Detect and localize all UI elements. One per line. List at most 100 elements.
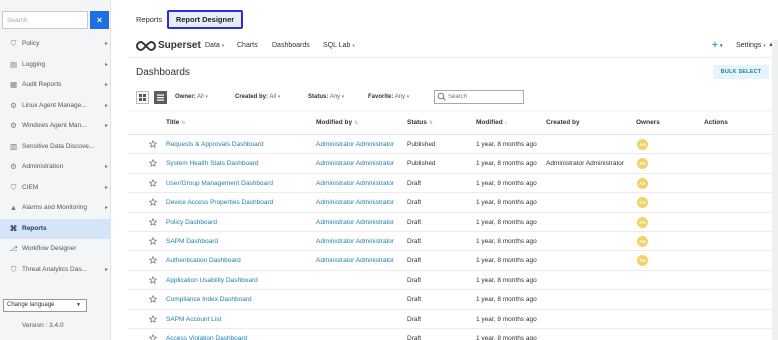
- table-row: Device Access Properties Dashboard Admini…: [128, 193, 778, 213]
- dashboards-table: Title ⇅ Modified by ⇅ Status ⇅ Modified ↓ Cr…: [128, 112, 778, 340]
- menu-sql-lab[interactable]: SQL Lab ▾: [323, 42, 355, 49]
- dashboard-title-link[interactable]: SAPM Account List: [166, 316, 221, 323]
- column-modified-by[interactable]: Modified by ⇅: [316, 119, 358, 126]
- version-label: Version : 3.4.0: [22, 322, 64, 329]
- column-modified[interactable]: Modified ↓: [476, 119, 507, 126]
- change-language-label: Change language: [7, 302, 55, 308]
- sidebar-item[interactable]: ▦ Audit Reports ▸: [0, 75, 111, 96]
- column-status[interactable]: Status ⇅: [407, 119, 433, 126]
- status-filter-label: Status:: [308, 94, 329, 100]
- avatar[interactable]: AA: [637, 235, 648, 247]
- modified-by-link[interactable]: Administrator Administrator: [316, 180, 394, 187]
- sidebar-item[interactable]: ⚙ Linux Agent Manage... ▸: [0, 96, 111, 117]
- table-body: Requests & Approvals Dashboard Administra…: [128, 135, 778, 340]
- chevron-down-icon: ▾: [406, 94, 410, 100]
- list-icon: [157, 94, 164, 101]
- dashboard-title-link[interactable]: Compliance Index Dashboard: [166, 296, 252, 303]
- status-cell: Draft: [407, 257, 422, 265]
- avatar[interactable]: AA: [637, 177, 648, 189]
- chevron-down-icon: ▾: [221, 43, 225, 49]
- sidebar-item[interactable]: ▲ Alarms and Monitoring ▸: [0, 198, 111, 219]
- star-icon[interactable]: [149, 333, 157, 340]
- menu-charts[interactable]: Charts: [237, 42, 258, 49]
- sidebar-item[interactable]: ⚙ Administration ▸: [0, 157, 111, 178]
- sidebar-item[interactable]: ⛉ CIEM ▸: [0, 178, 111, 199]
- modified-by-link[interactable]: Administrator Administrator: [316, 238, 394, 245]
- star-icon[interactable]: [149, 198, 157, 207]
- modified-by-link[interactable]: Administrator Administrator: [316, 219, 394, 226]
- column-title-label: Title: [166, 119, 180, 126]
- superset-brand[interactable]: Superset: [158, 40, 201, 51]
- status-cell: Draft: [407, 218, 422, 226]
- sidebar-item-label: Logging: [22, 60, 46, 68]
- chevron-down-icon: ▾: [341, 94, 345, 100]
- owner-filter-label: Owner:: [175, 94, 196, 100]
- sidebar-item[interactable]: ⛉ Threat Analytics Das... ▸: [0, 260, 111, 281]
- settings-menu[interactable]: Settings ▾: [736, 42, 766, 49]
- modified-by-link[interactable]: Administrator Administrator: [316, 199, 394, 206]
- star-icon[interactable]: [149, 236, 157, 245]
- star-icon[interactable]: [149, 178, 157, 187]
- add-new-button[interactable]: +: [712, 40, 718, 51]
- sidebar-item[interactable]: ⛉ Policy ▸: [0, 34, 111, 55]
- sidebar-search-input[interactable]: [2, 11, 88, 29]
- sidebar-item-label: Audit Reports: [22, 81, 62, 88]
- avatar[interactable]: AA: [637, 216, 648, 228]
- avatar[interactable]: AA: [637, 197, 648, 209]
- star-icon[interactable]: [149, 314, 157, 323]
- dashboard-title-link[interactable]: Requests & Approvals Dashboard: [166, 141, 264, 148]
- chevron-down-icon: ▾: [763, 43, 766, 49]
- list-view-button[interactable]: [154, 91, 167, 104]
- dashboard-title-link[interactable]: Device Access Properties Dashboard: [166, 199, 273, 206]
- dashboard-title-link[interactable]: Application Usability Dashboard: [166, 277, 258, 284]
- superset-navbar: Superset Data ▾ Charts Dashboards SQL La…: [128, 34, 778, 58]
- dashboard-search-input[interactable]: [434, 90, 524, 104]
- favorite-filter[interactable]: Favorite: Any ▾: [368, 94, 409, 100]
- page-scrollbar[interactable]: [772, 40, 778, 340]
- sidebar-nav: ⛉ Policy ▸ ▤ Logging ▸ ▦ Audit Reports ▸ ⚙ Linux A…: [0, 34, 111, 280]
- star-icon[interactable]: [149, 140, 157, 148]
- tab-report-designer[interactable]: Report Designer: [167, 10, 243, 29]
- chevron-right-icon: ▸: [104, 41, 108, 47]
- star-icon[interactable]: [149, 256, 157, 265]
- star-icon[interactable]: [149, 159, 157, 168]
- sidebar-item[interactable]: ▧ Sensitive Data Discove...: [0, 137, 111, 158]
- sidebar-item[interactable]: ⎇ Workflow Designer: [0, 239, 111, 260]
- dashboard-title-link[interactable]: User/Group Management Dashboard: [166, 180, 273, 187]
- modified-by-link[interactable]: Administrator Administrator: [316, 257, 394, 264]
- created-by-cell: Administrator Administrator: [546, 160, 625, 168]
- sidebar-item[interactable]: ⚙ Windows Agent Man... ▸: [0, 116, 111, 137]
- created-by-filter[interactable]: Created by: All ▾: [235, 94, 280, 100]
- status-cell: Draft: [407, 315, 422, 323]
- star-icon[interactable]: [149, 217, 157, 226]
- sidebar-item[interactable]: ⌘ Reports: [0, 218, 111, 239]
- dashboard-title-link[interactable]: System Health Stats Dashboard: [166, 160, 259, 167]
- tab-reports[interactable]: Reports: [136, 10, 162, 29]
- star-icon[interactable]: [149, 295, 157, 304]
- change-language-select[interactable]: Change language ▼: [3, 299, 87, 312]
- menu-dashboards[interactable]: Dashboards: [272, 42, 310, 49]
- modified-cell: 1 year, 8 months ago: [476, 179, 537, 187]
- avatar[interactable]: AA: [637, 139, 648, 150]
- superset-frame: Superset Data ▾ Charts Dashboards SQL La…: [128, 34, 778, 340]
- sidebar-item[interactable]: ▤ Logging ▸: [0, 55, 111, 76]
- avatar[interactable]: AA: [637, 158, 648, 170]
- modified-by-link[interactable]: Administrator Administrator: [316, 141, 394, 148]
- bulk-select-button[interactable]: BULK SELECT: [713, 65, 769, 79]
- owner-filter[interactable]: Owner: All ▾: [175, 94, 208, 100]
- column-created-by[interactable]: Created by: [546, 119, 580, 126]
- star-icon[interactable]: [149, 275, 157, 284]
- created-by-filter-label: Created by:: [235, 94, 269, 100]
- dashboard-title-link[interactable]: Policy Dashboard: [166, 219, 217, 226]
- dashboard-title-link[interactable]: Access Violation Dashboard: [166, 335, 247, 340]
- avatar[interactable]: AA: [637, 255, 648, 267]
- clear-search-button[interactable]: ×: [90, 11, 109, 29]
- modified-by-link[interactable]: Administrator Administrator: [316, 160, 394, 167]
- menu-data[interactable]: Data ▾: [205, 42, 224, 49]
- dashboard-title-link[interactable]: SAPM Dashboard: [166, 238, 218, 245]
- dashboard-title-link[interactable]: Authentication Dashboard: [166, 257, 241, 264]
- status-filter[interactable]: Status: Any ▾: [308, 94, 344, 100]
- column-title[interactable]: Title ⇅: [166, 119, 185, 126]
- card-view-button[interactable]: [136, 91, 149, 104]
- chevron-right-icon: ▸: [104, 266, 108, 273]
